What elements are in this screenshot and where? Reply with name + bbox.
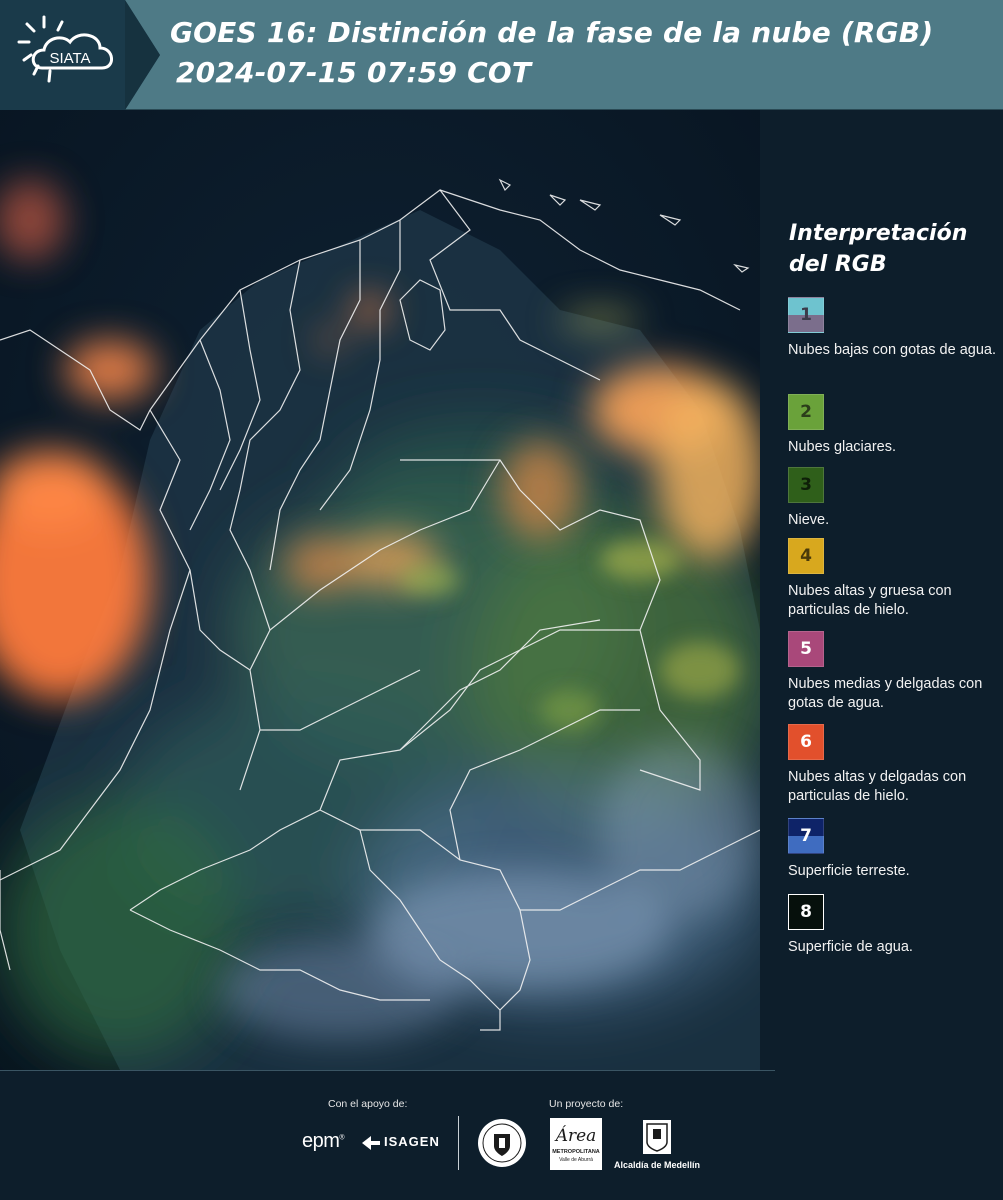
legend-swatch-3: 3 [788,467,824,503]
alcaldia-logo: Alcaldía de Medellín [612,1118,702,1174]
alcaldia-text: Alcaldía de Medellín [613,1160,701,1170]
isagen-logo-text: ISAGEN [384,1134,440,1149]
legend-swatch-6: 6 [788,724,824,760]
legend-label-2: Nubes glaciares. [788,439,896,455]
legend-swatch-1: 1 [788,297,824,333]
header-bar: SIATA GOES 16: Distinción de la fase de … [0,0,1003,110]
legend-swatch-4: 4 [788,538,824,574]
legend-title-line2: del RGB [789,252,887,277]
page-title: GOES 16: Distinción de la fase de la nub… [170,16,934,49]
footer-vertical-divider [458,1116,459,1170]
legend-item-2: 2 Nubes glaciares. [788,394,1000,457]
area-metropolitana-logo: Área METROPOLITANA Valle de Aburrá [550,1118,602,1170]
footer-bar: Con el apoyo de: Un proyecto de: epm® IS… [0,1070,1003,1200]
legend-label-1: Nubes bajas con gotas de agua. [788,342,996,358]
legend-swatch-8: 8 [788,894,824,930]
legend-item-8: 8 Superficie de agua. [788,894,1000,957]
legend-item-3: 3 Nieve. [788,467,1000,530]
siata-logo-icon: SIATA [0,0,160,110]
legend-label-6: Nubes altas y delgadas con particulas de… [788,769,967,804]
isagen-logo-icon [362,1136,380,1150]
legend-label-3: Nieve. [788,512,830,528]
support-label: Con el apoyo de: [328,1098,408,1110]
alcaldia-shield-icon [643,1120,671,1154]
epm-logo: epm® [302,1130,345,1152]
isagen-logo: ISAGEN [360,1132,439,1156]
legend-title-line1: Interpretación [789,221,968,246]
legend-label-4: Nubes altas y gruesa con particulas de h… [788,583,952,618]
university-seal-icon [478,1119,526,1167]
siata-logo-text: SIATA [49,50,90,67]
area-logo-sub: METROPOLITANA [552,1149,600,1155]
satellite-rgb-image [0,110,760,1070]
legend-item-1: 1 Nubes bajas con gotas de agua. [788,297,1000,360]
project-label: Un proyecto de: [549,1098,624,1110]
legend-item-7: 7 Superficie terreste. [788,818,1000,881]
legend-label-7: Superficie terreste. [788,863,910,879]
legend-title: Interpretación del RGB [789,218,989,280]
legend-swatch-5: 5 [788,631,824,667]
page-timestamp: 2024-07-15 07:59 COT [176,56,532,89]
legend-panel: Interpretación del RGB 1 Nubes bajas con… [760,110,1003,1070]
legend-label-8: Superficie de agua. [788,939,913,955]
legend-swatch-7: 7 [788,818,824,854]
area-logo-name: Área [555,1126,597,1146]
legend-item-6: 6 Nubes altas y delgadas con particulas … [788,724,1000,806]
legend-swatch-2: 2 [788,394,824,430]
footer-divider [0,1070,775,1071]
legend-item-5: 5 Nubes medias y delgadas con gotas de a… [788,631,1000,713]
siata-logo-block: SIATA [0,0,160,110]
legend-item-4: 4 Nubes altas y gruesa con particulas de… [788,538,1000,620]
area-logo-sub2: Valle de Aburrá [559,1157,593,1163]
satellite-map [0,110,760,1070]
legend-label-5: Nubes medias y delgadas con gotas de agu… [788,676,983,711]
